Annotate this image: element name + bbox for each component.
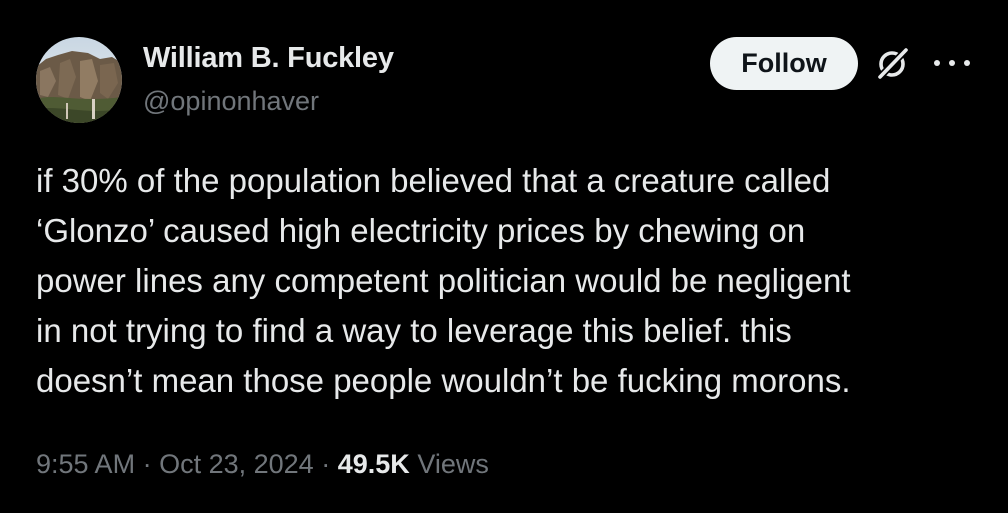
more-dot [964,60,970,66]
tweet-text-line: ‘Glonzo’ caused high electricity prices … [36,212,806,249]
avatar[interactable] [36,37,122,123]
tweet-text-line: in not trying to find a way to leverage … [36,312,792,349]
views-count[interactable]: 49.5K [338,449,410,479]
tweet-text-line: doesn’t mean those people wouldn’t be fu… [36,362,851,399]
follow-button[interactable]: Follow [710,37,858,90]
avatar-photo-icon [36,37,122,123]
tweet-card: William B. Fuckley @opinonhaver Follow i… [0,0,1008,513]
grok-logo-icon [877,47,909,80]
tweet-text-line: if 30% of the population believed that a… [36,162,831,199]
author-display-name[interactable]: William B. Fuckley [143,42,394,75]
tweet-time[interactable]: 9:55 AM [36,449,135,479]
grok-icon[interactable] [876,45,910,81]
views-label: Views [417,449,489,479]
meta-separator: · [321,449,331,479]
meta-separator: · [142,449,152,479]
more-dot [949,60,955,66]
tweet-text-line: power lines any competent politician wou… [36,262,851,299]
more-dot [934,60,940,66]
author-handle[interactable]: @opinonhaver [143,86,319,117]
tweet-text: if 30% of the population believed that a… [36,156,986,406]
tweet-date[interactable]: Oct 23, 2024 [159,449,314,479]
tweet-metadata: 9:55 AM · Oct 23, 2024 · 49.5K Views [36,449,489,480]
more-options-icon[interactable] [934,52,970,74]
